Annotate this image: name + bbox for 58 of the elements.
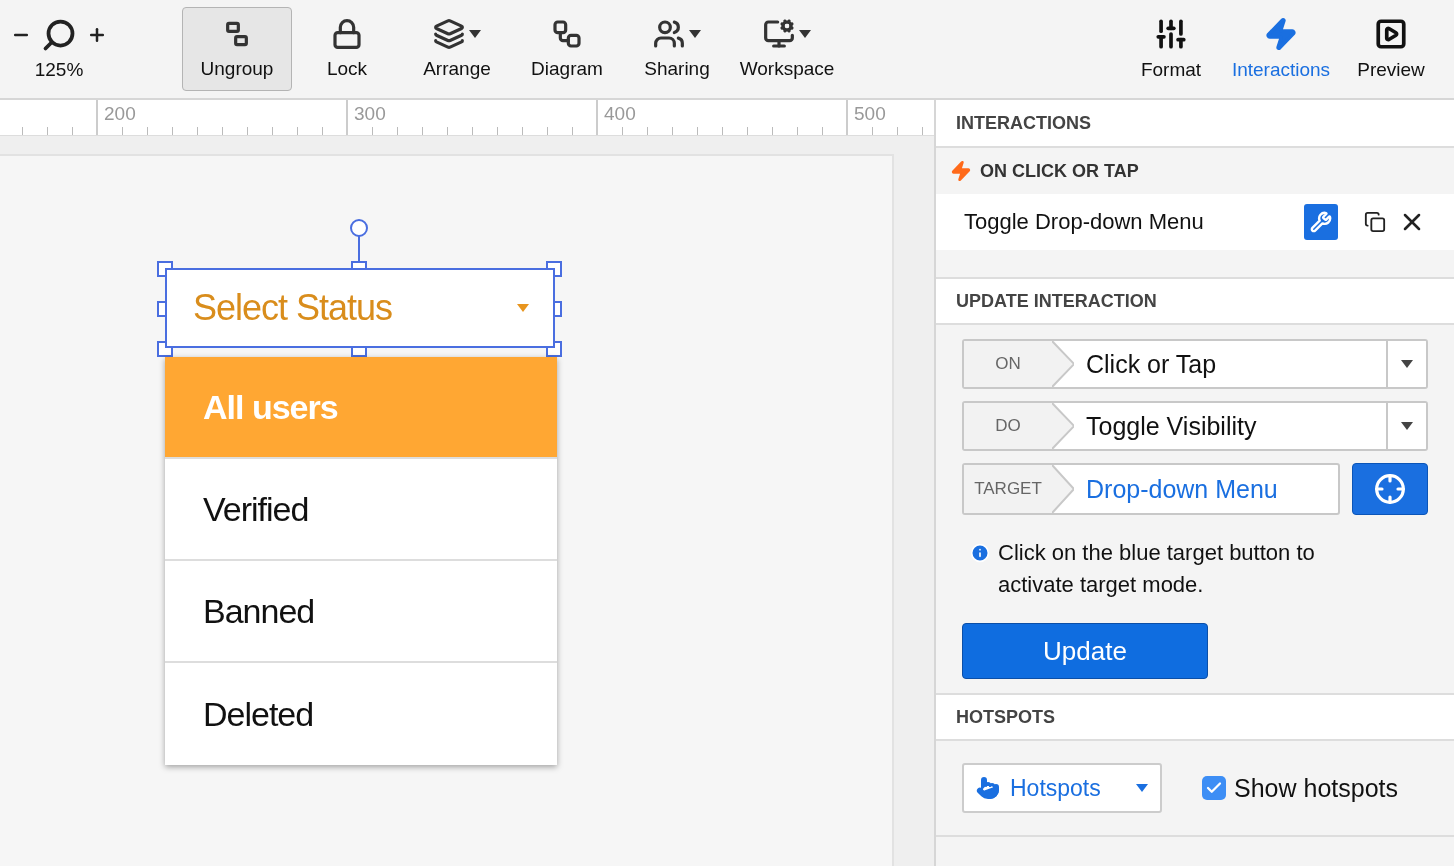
chevron-separator xyxy=(1052,341,1074,387)
zoom-in-icon[interactable] xyxy=(87,25,107,45)
play-icon xyxy=(1374,17,1408,51)
target-button[interactable] xyxy=(1352,463,1428,515)
checkbox-label: Show hotspots xyxy=(1234,773,1398,803)
hotspots-dropdown[interactable]: Hotspots xyxy=(962,763,1162,813)
layers-icon xyxy=(433,18,465,50)
hint-text: Click on the blue target button to activate target mode. xyxy=(998,539,1316,599)
caret-icon xyxy=(1136,784,1148,792)
dropdown-arrow-button[interactable] xyxy=(1386,403,1426,449)
copy-button[interactable] xyxy=(1364,211,1386,233)
caret-icon xyxy=(1401,360,1413,368)
target-field[interactable]: TARGET Drop-down Menu xyxy=(962,463,1340,515)
caret-icon xyxy=(517,304,529,312)
caret-icon xyxy=(1401,422,1413,430)
ruler-label: 400 xyxy=(604,103,636,124)
info-icon xyxy=(970,543,990,563)
edit-button[interactable] xyxy=(1304,204,1338,240)
menu-item[interactable]: Verified xyxy=(165,459,557,561)
section-title: INTERACTIONS xyxy=(956,112,1091,134)
toolbar-button[interactable]: Sharing xyxy=(622,7,732,91)
toolbar-button[interactable]: Ungroup xyxy=(182,7,292,91)
lightning-icon xyxy=(1264,17,1298,51)
section-title: UPDATE INTERACTION xyxy=(956,290,1157,312)
copy-icon xyxy=(1364,211,1386,233)
people-icon xyxy=(653,18,685,50)
toolbar-button[interactable]: Diagram xyxy=(512,7,622,91)
trigger-title: ON CLICK OR TAP xyxy=(980,160,1139,182)
interaction-row[interactable]: Toggle Drop-down Menu xyxy=(936,194,1454,250)
crosshair-icon xyxy=(1374,473,1406,505)
hand-pointer-icon xyxy=(976,776,1000,800)
view-tab[interactable]: Interactions xyxy=(1226,7,1336,91)
monitor-gear-icon xyxy=(763,18,795,50)
menu-item[interactable]: Deleted xyxy=(165,663,557,765)
toolbar-button[interactable]: Arrange xyxy=(402,7,512,91)
view-tab[interactable]: Format xyxy=(1116,7,1226,91)
menu-item[interactable]: Banned xyxy=(165,561,557,663)
toolbar-button[interactable]: Lock xyxy=(292,7,402,91)
dropdown-field[interactable]: ON Click or Tap xyxy=(962,339,1428,389)
lock-icon xyxy=(331,18,363,50)
checkbox[interactable] xyxy=(1202,776,1226,800)
dropdown-field[interactable]: DO Toggle Visibility xyxy=(962,401,1428,451)
dropdown-arrow-button[interactable] xyxy=(1386,341,1426,387)
lightning-icon xyxy=(950,160,972,182)
zoom-level: 125% xyxy=(34,59,84,81)
view-tab[interactable]: Preview xyxy=(1336,7,1446,91)
section-title: HOTSPOTS xyxy=(956,706,1055,728)
ruler-label: 200 xyxy=(104,103,136,124)
chevron-separator xyxy=(1052,465,1074,513)
ruler-label: 300 xyxy=(354,103,386,124)
sliders-icon xyxy=(1154,17,1188,51)
toolbar-button[interactable]: Workspace xyxy=(732,7,842,91)
wrench-icon xyxy=(1310,211,1332,233)
chevron-separator xyxy=(1052,403,1074,449)
diagram-icon xyxy=(551,18,583,50)
update-button[interactable]: Update xyxy=(962,623,1208,679)
magnifier-icon xyxy=(41,17,77,53)
ruler-label: 500 xyxy=(854,103,886,124)
